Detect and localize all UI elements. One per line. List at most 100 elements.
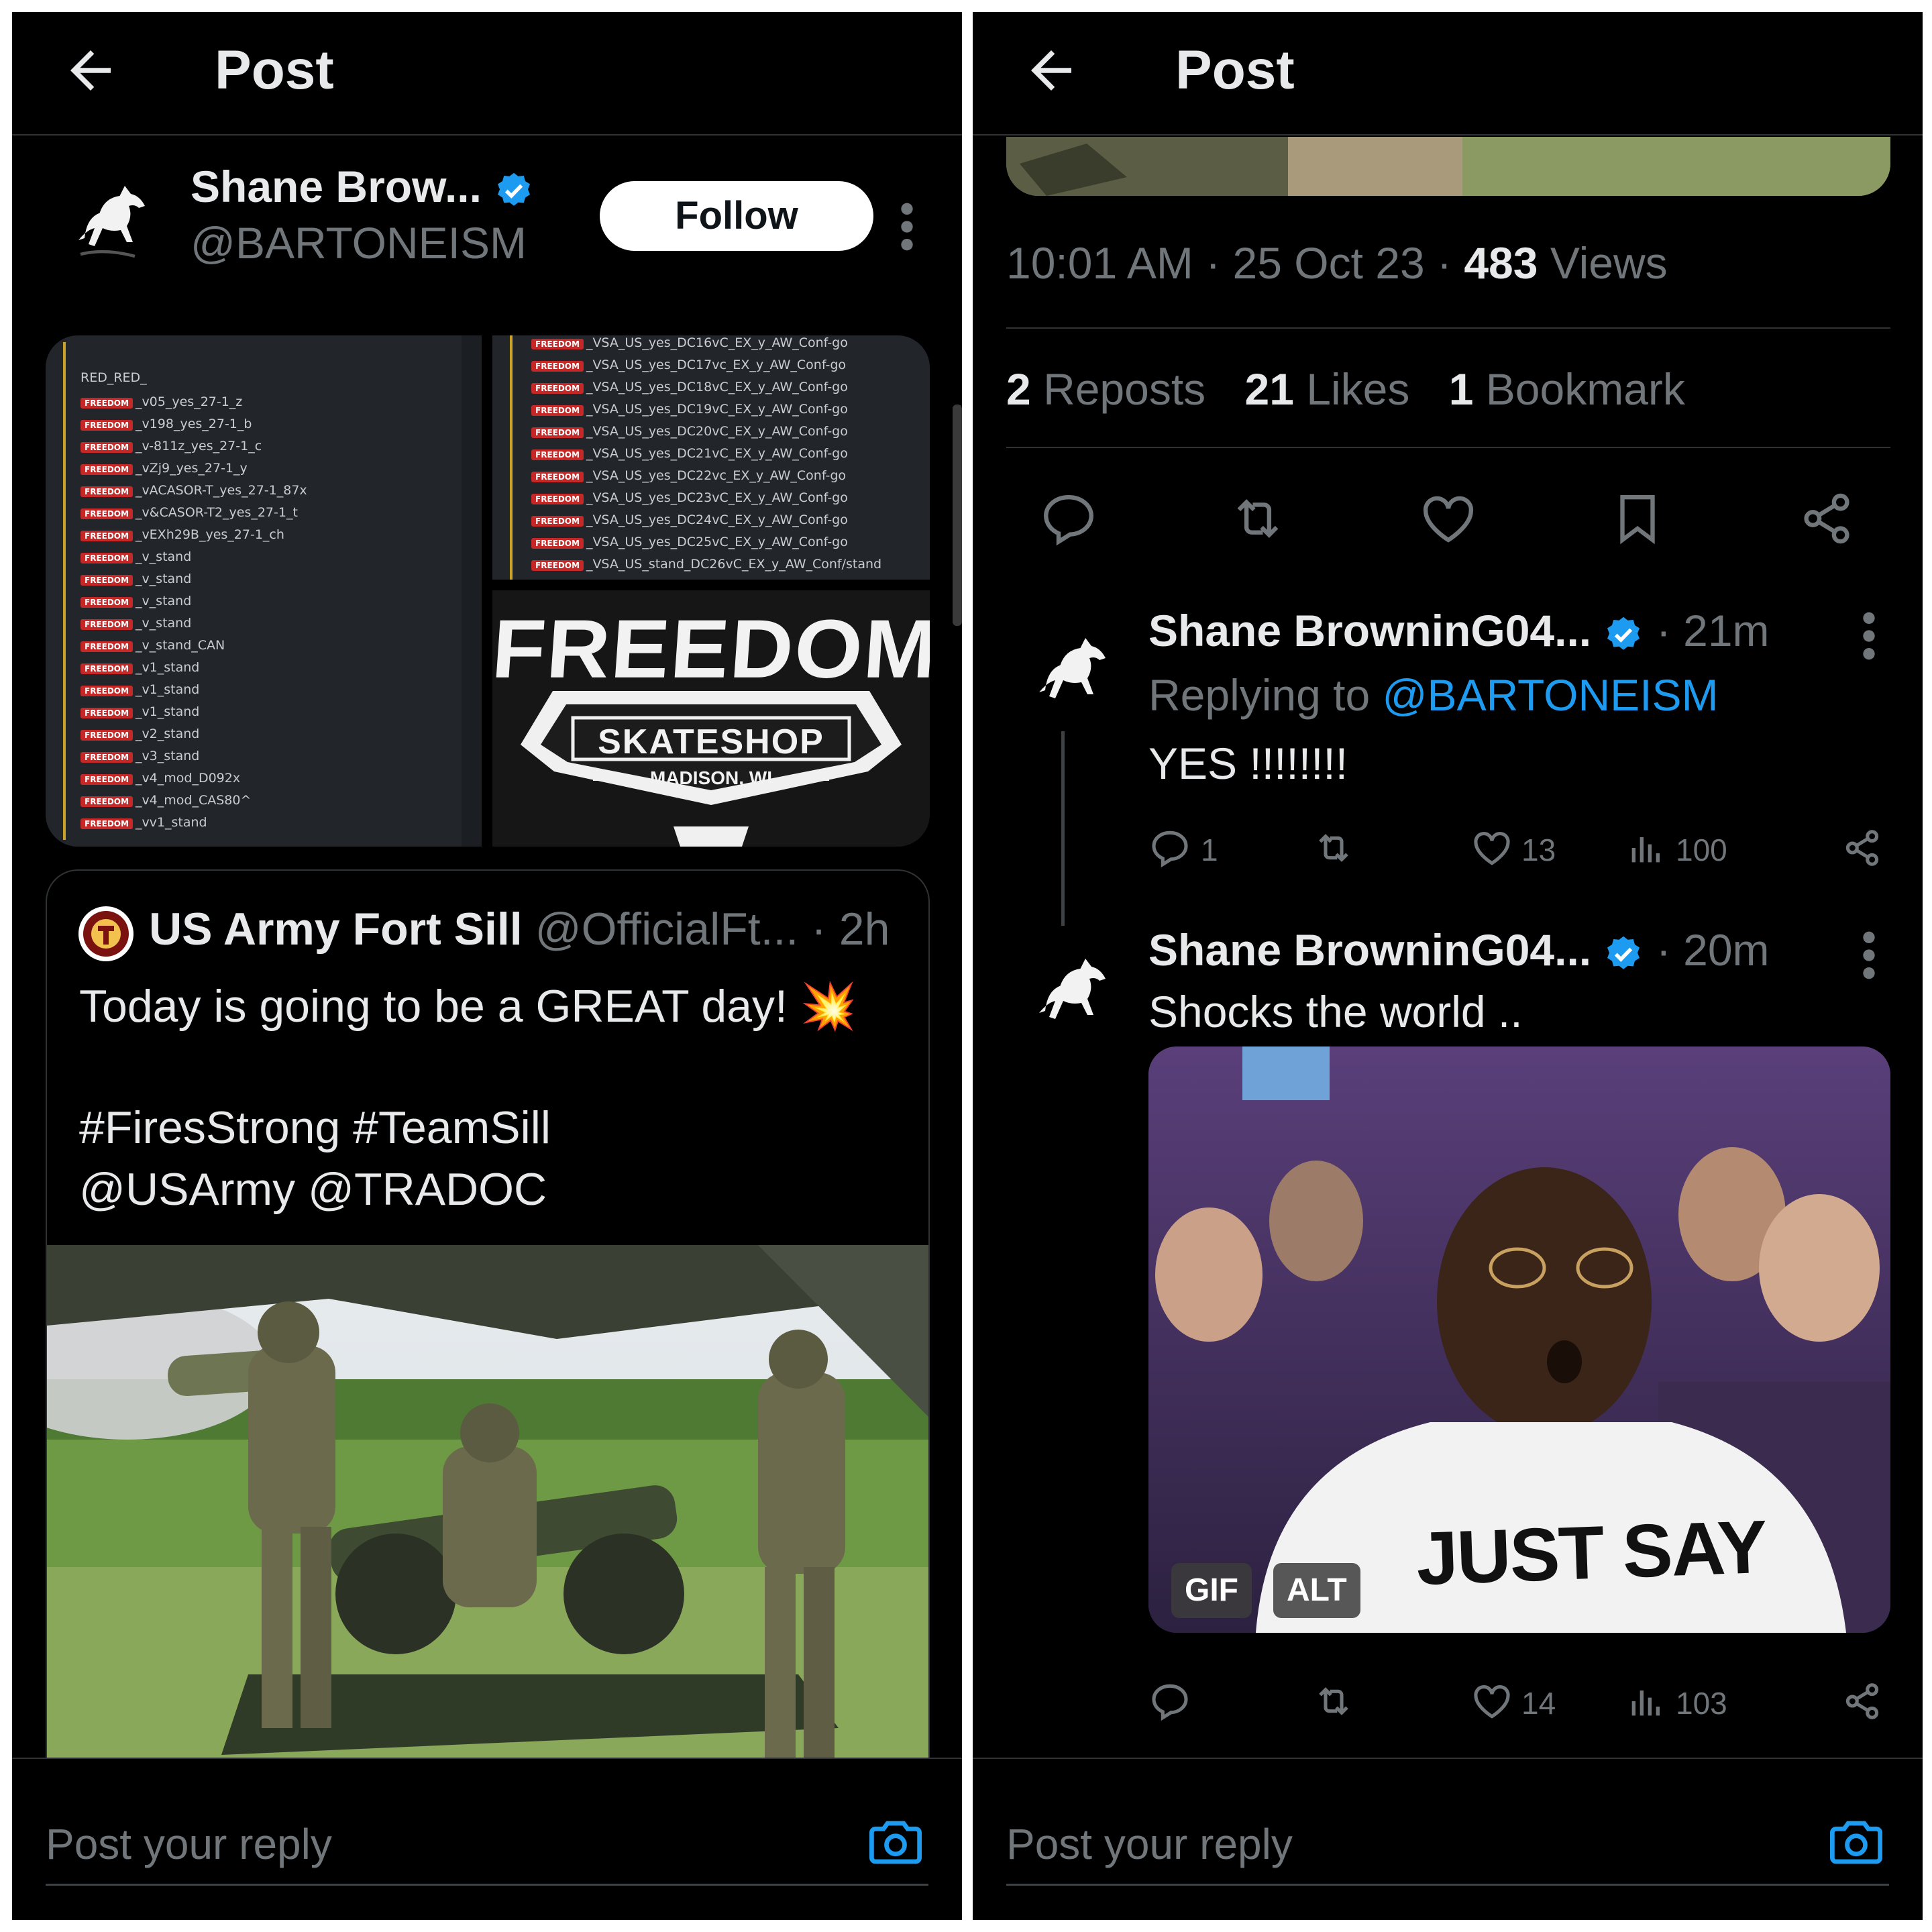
- code-line-text: _v_stand: [135, 572, 192, 586]
- reposts-stat[interactable]: 2 Reposts: [1006, 364, 1205, 414]
- camera-icon[interactable]: [1826, 1811, 1886, 1872]
- camera-icon[interactable]: [865, 1811, 926, 1872]
- reply-underline: [46, 1884, 928, 1886]
- scroll-gutter: [462, 335, 482, 847]
- reply-icon[interactable]: [1038, 488, 1099, 549]
- reply1-like-count: 13: [1521, 833, 1556, 867]
- freedom-tag: FREEDOM: [531, 560, 584, 571]
- freedom-tag: FREEDOM: [80, 398, 133, 409]
- code-line-text: _v2_stand: [135, 727, 200, 741]
- code-line: FREEDOM _vv1_stand: [80, 815, 207, 830]
- share-icon[interactable]: [1841, 826, 1884, 869]
- code-line: FREEDOM _VSA_US_stand_DC26vC_EX_y_AW_Conf…: [531, 557, 881, 572]
- more-icon[interactable]: [1861, 609, 1877, 663]
- code-screenshot-left[interactable]: RED_RED_ FREEDOM _v05_yes_27-1_z FREEDOM _v…: [46, 335, 482, 847]
- views-icon[interactable]: [1625, 1680, 1668, 1723]
- freedom-skateshop-logo-image[interactable]: FREEDOM SKATESHOP MADISON, WI: [492, 590, 930, 847]
- code-line: FREEDOM _v1_stand: [80, 660, 199, 675]
- freedom-tag: FREEDOM: [80, 708, 133, 718]
- author-avatar[interactable]: [64, 168, 165, 268]
- reply-input[interactable]: Post your reply: [1006, 1819, 1293, 1869]
- quote-author-handle[interactable]: @OfficialFt...: [535, 904, 799, 955]
- reply1-actions: 1 13 100: [1148, 824, 1893, 872]
- media-strip-graphic: [1006, 137, 1890, 196]
- bookmark-icon[interactable]: [1607, 488, 1668, 549]
- code-line: FREEDOM _v2_stand: [80, 727, 199, 741]
- code-line-text: _vv1_stand: [135, 815, 207, 830]
- media-strip[interactable]: [1006, 137, 1890, 196]
- share-icon[interactable]: [1796, 488, 1857, 549]
- freedom-tag: FREEDOM: [80, 774, 133, 785]
- code-line: FREEDOM _vZj9_yes_27-1_y: [80, 461, 248, 476]
- code-line: FREEDOM _v_stand: [80, 549, 191, 564]
- more-icon[interactable]: [1861, 928, 1877, 982]
- bookmarks-stat[interactable]: 1 Bookmark: [1449, 364, 1685, 414]
- code-line-text: _v_stand: [135, 616, 192, 631]
- reposts-label: Reposts: [1043, 364, 1206, 414]
- code-line-text: _VSA_US_yes_DC18vC_EX_y_AW_Conf-go: [586, 380, 848, 394]
- likes-stat[interactable]: 21 Likes: [1245, 364, 1410, 414]
- quote-header: US Army Fort Sill @OfficialFt... · 2h: [149, 903, 890, 955]
- freedom-tag: FREEDOM: [531, 339, 584, 350]
- code-line-text: _v05_yes_27-1_z: [135, 394, 243, 409]
- follow-button[interactable]: Follow: [600, 181, 873, 251]
- reply2-avatar[interactable]: [1025, 941, 1126, 1041]
- quote-author-name[interactable]: US Army Fort Sill: [149, 904, 523, 955]
- artillery-photo[interactable]: [47, 1245, 928, 1807]
- share-icon[interactable]: [1841, 1680, 1884, 1723]
- verified-icon: [1607, 936, 1640, 969]
- author-name-row[interactable]: Shane Brow...: [191, 161, 534, 212]
- freedom-tag: FREEDOM: [531, 405, 584, 416]
- freedom-tag: FREEDOM: [531, 472, 584, 482]
- code-line: FREEDOM _v3_stand: [80, 749, 199, 763]
- replying-prefix: Replying to: [1148, 670, 1371, 720]
- views-icon[interactable]: [1625, 826, 1668, 869]
- code-line: FREEDOM _VSA_US_yes_DC20vC_EX_y_AW_Conf-g…: [531, 424, 848, 439]
- top-bar: Post: [973, 12, 1923, 136]
- replying-handle[interactable]: @BARTONEISM: [1383, 670, 1719, 720]
- like-icon[interactable]: [1470, 826, 1513, 869]
- like-icon[interactable]: [1418, 488, 1479, 549]
- code-line-text: _v-811z_yes_27-1_c: [135, 439, 262, 453]
- freedom-tag: FREEDOM: [80, 442, 133, 453]
- reply2-gif[interactable]: JUST SAY GIF ALT: [1148, 1046, 1890, 1633]
- code-screenshot-right[interactable]: FREEDOM _VSA_US_yes_DC16vC_EX_y_AW_Conf-g…: [492, 335, 930, 580]
- author-name[interactable]: Shane Brow...: [191, 162, 482, 211]
- like-icon[interactable]: [1470, 1680, 1513, 1723]
- back-arrow-icon[interactable]: [1021, 40, 1081, 101]
- freedom-tag: FREEDOM: [531, 383, 584, 394]
- reply1-avatar[interactable]: [1025, 620, 1126, 720]
- quoted-post[interactable]: US Army Fort Sill @OfficialFt... · 2h To…: [46, 869, 930, 1809]
- freedom-tag: FREEDOM: [80, 575, 133, 586]
- code-line-text: _v4_mod_D092x: [135, 771, 241, 786]
- freedom-tag: FREEDOM: [531, 449, 584, 460]
- reply-icon[interactable]: [1148, 826, 1191, 869]
- reply2-header: Shane BrowninG04... · 20m: [1148, 924, 1770, 975]
- freedom-tag: FREEDOM: [80, 508, 133, 519]
- code-line: FREEDOM _v_stand_CAN: [80, 638, 225, 653]
- scrollbar[interactable]: [953, 405, 962, 626]
- repost-icon[interactable]: [1312, 1680, 1355, 1723]
- reply1-author-name[interactable]: Shane BrowninG04...: [1148, 606, 1591, 655]
- repost-icon[interactable]: [1228, 488, 1288, 549]
- repost-icon[interactable]: [1312, 826, 1355, 869]
- reply2-author-name[interactable]: Shane BrowninG04...: [1148, 925, 1591, 975]
- code-header: RED_RED_: [80, 370, 147, 385]
- reply2-actions: 14 103: [1148, 1677, 1893, 1725]
- back-arrow-icon[interactable]: [60, 40, 121, 101]
- code-line: FREEDOM _VSA_US_yes_DC21vC_EX_y_AW_Conf-g…: [531, 446, 848, 461]
- reply-icon[interactable]: [1148, 1680, 1191, 1723]
- alt-badge[interactable]: ALT: [1273, 1563, 1360, 1618]
- quote-hashtags[interactable]: #FiresStrong #TeamSill: [79, 1102, 551, 1154]
- reply2-like-count: 14: [1521, 1686, 1556, 1721]
- freedom-tag: FREEDOM: [80, 464, 133, 475]
- logo-subtitle: SKATESHOP: [598, 722, 824, 761]
- reply-input[interactable]: Post your reply: [46, 1819, 332, 1869]
- reply1-text: YES !!!!!!!!: [1148, 739, 1348, 788]
- code-line: FREEDOM _VSA_US_yes_DC17vc_EX_y_AW_Conf-g…: [531, 358, 846, 372]
- quote-mentions[interactable]: @USArmy @TRADOC: [79, 1163, 547, 1216]
- fort-sill-avatar[interactable]: [78, 906, 134, 962]
- more-icon[interactable]: [899, 200, 915, 254]
- author-handle[interactable]: @BARTONEISM: [191, 217, 527, 268]
- code-line: FREEDOM _VSA_US_yes_DC18vC_EX_y_AW_Conf-g…: [531, 380, 848, 394]
